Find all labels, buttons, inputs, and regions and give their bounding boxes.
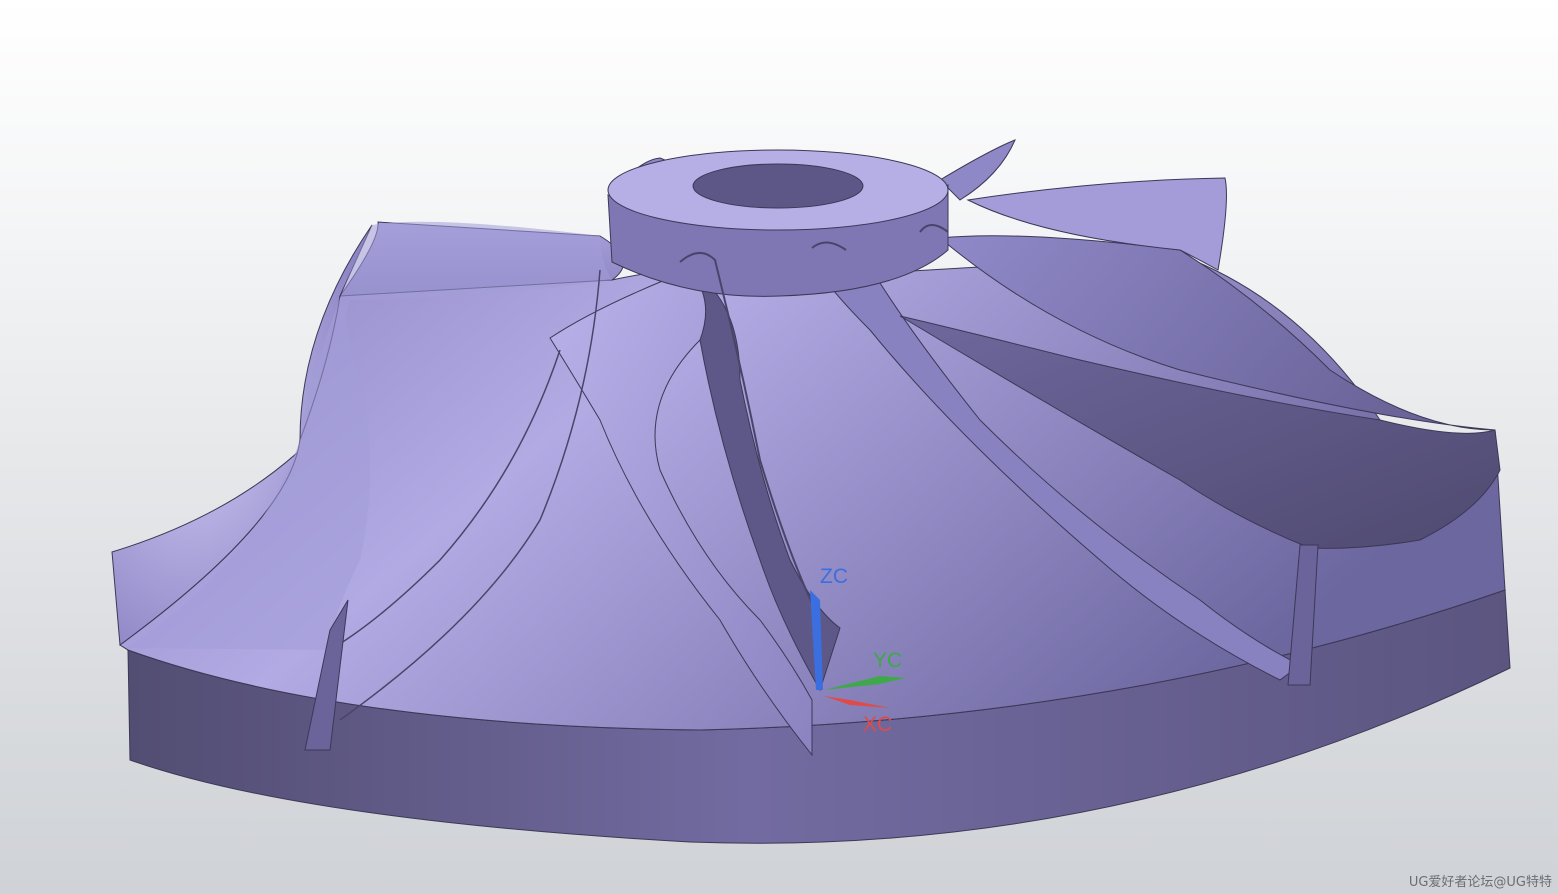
triad-z-label: ZC [820, 565, 848, 588]
blade-back [939, 139, 1016, 201]
triad-y-label: YC [873, 649, 902, 672]
hub-bore [692, 163, 864, 209]
triad-x-label: XC [863, 713, 892, 736]
graphics-window[interactable]: ZC YC XC UG爱好者论坛@UG特特 [0, 0, 1558, 894]
watermark-text: UG爱好者论坛@UG特特 [1408, 875, 1552, 890]
impeller-model-view[interactable]: ZC YC XC [0, 0, 1558, 894]
